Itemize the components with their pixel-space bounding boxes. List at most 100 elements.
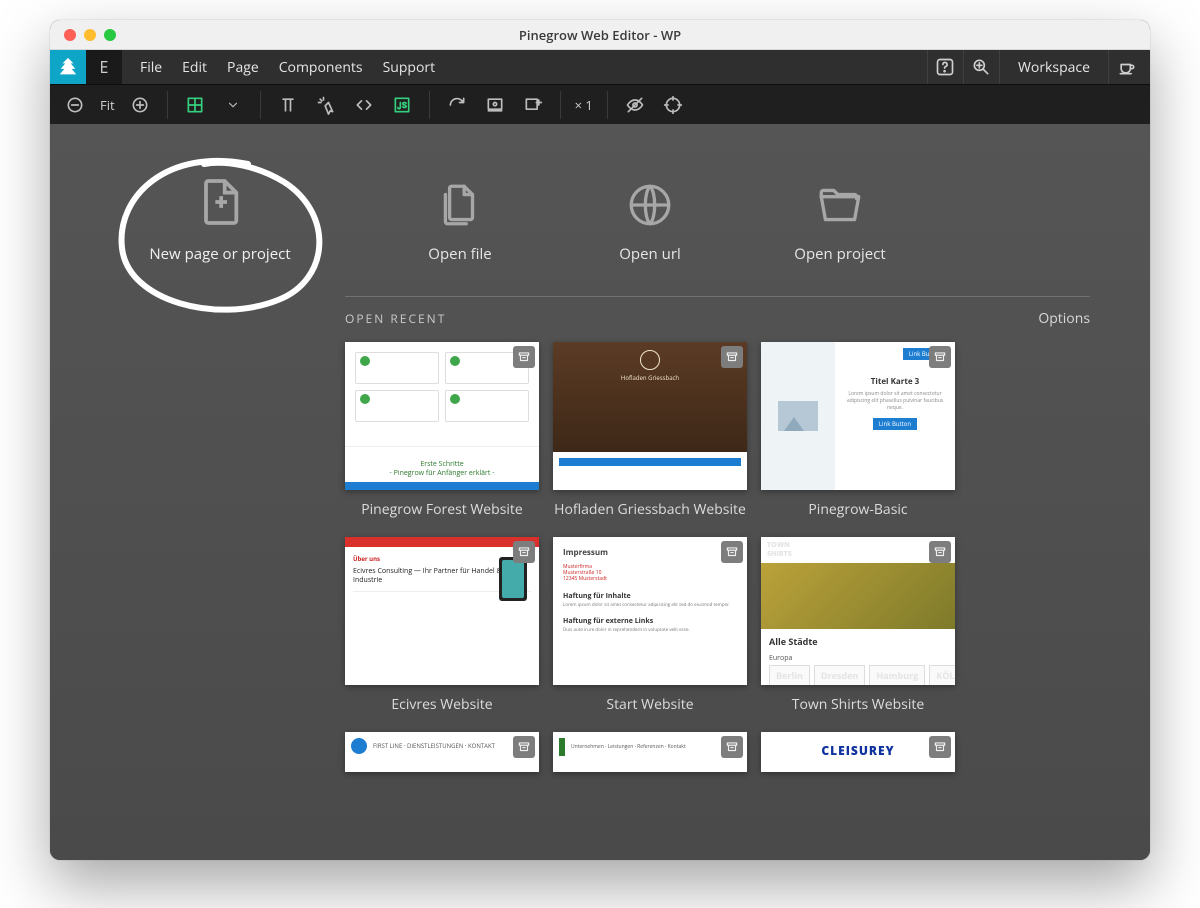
viewport-add-icon [523, 95, 543, 115]
recent-card[interactable]: FIRST LINE · DIENSTLEISTUNGEN · KONTAKT [345, 732, 539, 772]
zoom-button[interactable] [963, 50, 999, 84]
menu-file[interactable]: File [140, 58, 162, 77]
open-project-action[interactable]: Open project [780, 180, 900, 264]
project-badge-icon [929, 736, 951, 758]
thumb-text: Haftung für externe Links [563, 617, 737, 626]
menu-page[interactable]: Page [227, 58, 259, 77]
open-file-action[interactable]: Open file [400, 180, 520, 264]
zoom-in-button[interactable] [127, 92, 153, 118]
open-file-label: Open file [428, 244, 491, 264]
thumb-text: Titel Karte 3 [843, 376, 947, 387]
archive-icon [725, 350, 739, 364]
archive-icon [933, 545, 947, 559]
recent-title: OPEN RECENT [345, 310, 446, 327]
project-badge-icon [929, 541, 951, 563]
menu-components[interactable]: Components [279, 58, 363, 77]
code-tool-button[interactable] [351, 92, 377, 118]
recent-card[interactable]: Erste Schritte- Pinegrow für Anfänger er… [345, 342, 539, 519]
magnifier-plus-icon [971, 57, 991, 77]
separator [560, 91, 561, 119]
thumb-text: Berlin [769, 665, 810, 685]
menubar: E File Edit Page Components Support Work… [50, 50, 1150, 84]
grid-toggle-button[interactable] [182, 92, 208, 118]
thumb-text: Erste Schritte [420, 460, 463, 469]
text-tool-button[interactable] [275, 92, 301, 118]
recent-card-label: Ecivres Website [391, 695, 492, 714]
workspace-label: Workspace [1018, 58, 1090, 77]
plus-circle-icon [130, 95, 150, 115]
separator [429, 91, 430, 119]
brand-logo[interactable] [50, 50, 86, 84]
globe-icon [625, 180, 675, 230]
visibility-toggle-button[interactable] [622, 92, 648, 118]
workspace-button[interactable]: Workspace [999, 50, 1108, 84]
new-page-label: New page or project [149, 244, 290, 264]
project-badge-icon [513, 346, 535, 368]
project-badge-icon [721, 346, 743, 368]
separator [167, 91, 168, 119]
pinecone-icon [57, 56, 79, 78]
help-button[interactable] [927, 50, 963, 84]
crosshair-icon [663, 95, 683, 115]
editor-mode-letter: E [100, 56, 109, 78]
separator [607, 91, 608, 119]
refresh-button[interactable] [444, 92, 470, 118]
thumb-text: Dresden [814, 665, 865, 685]
click-tool-button[interactable] [313, 92, 339, 118]
fit-label[interactable]: Fit [100, 96, 115, 114]
archive-icon [725, 545, 739, 559]
recent-card[interactable]: Link ButtonTitel Karte 3Lorem ipsum dolo… [761, 342, 955, 519]
js-icon [392, 95, 412, 115]
recent-options-button[interactable]: Options [1038, 309, 1090, 328]
thumb-text: - Pinegrow für Anfänger erklärt - [390, 469, 495, 478]
project-badge-icon [513, 541, 535, 563]
multiplier-label[interactable]: × 1 [575, 96, 593, 114]
archive-icon [517, 545, 531, 559]
recent-thumbnail: Über unsEcivres Consulting — Ihr Partner… [345, 537, 539, 685]
new-page-action[interactable]: New page or project [110, 174, 330, 264]
editor-mode-button[interactable]: E [86, 50, 122, 84]
app-window: Pinegrow Web Editor - WP E File Edit Pag… [50, 20, 1150, 860]
recent-card[interactable]: TOWNSHIRTS Alle Städte Europa BerlinDres… [761, 537, 955, 714]
open-url-label: Open url [619, 244, 680, 264]
archive-icon [517, 740, 531, 754]
recent-card-label: Start Website [606, 695, 693, 714]
titlebar: Pinegrow Web Editor - WP [50, 20, 1150, 50]
preview-icon [485, 95, 505, 115]
target-button[interactable] [660, 92, 686, 118]
folder-open-icon [815, 180, 865, 230]
thumb-text: KÖLN [929, 665, 955, 685]
help-icon [935, 57, 955, 77]
recent-card[interactable]: Unternehmen · Leistungen · Referenzen · … [553, 732, 747, 772]
menu-support[interactable]: Support [383, 58, 436, 77]
grid-dropdown-button[interactable] [220, 92, 246, 118]
recent-card[interactable]: CLEISUREY [761, 732, 955, 772]
add-viewport-button[interactable] [520, 92, 546, 118]
recent-grid: Erste Schritte- Pinegrow für Anfänger er… [345, 342, 1090, 714]
thumb-text: Europa [761, 654, 955, 665]
recent-card-label: Town Shirts Website [792, 695, 924, 714]
recent-thumbnail: FIRST LINE · DIENSTLEISTUNGEN · KONTAKT [345, 732, 539, 772]
code-icon [354, 95, 374, 115]
start-screen: New page or project Open file Open url O… [50, 124, 1150, 860]
recent-thumbnail: CLEISUREY [761, 732, 955, 772]
open-url-action[interactable]: Open url [590, 180, 710, 264]
project-badge-icon [721, 736, 743, 758]
recent-thumbnail: Link ButtonTitel Karte 3Lorem ipsum dolo… [761, 342, 955, 490]
thumb-text: Impressum [563, 547, 737, 558]
zoom-out-button[interactable] [62, 92, 88, 118]
recent-grid-row-3: FIRST LINE · DIENSTLEISTUNGEN · KONTAKT … [345, 732, 1090, 772]
recent-card[interactable]: Hofladen Griessbach Hofladen Griessbach … [553, 342, 747, 519]
coffee-button[interactable] [1108, 50, 1144, 84]
coffee-icon [1117, 57, 1137, 77]
separator [260, 91, 261, 119]
recent-card[interactable]: Impressum MusterfirmaMusterstraße 101234… [553, 537, 747, 714]
preview-button[interactable] [482, 92, 508, 118]
js-toggle-button[interactable] [389, 92, 415, 118]
recent-thumbnail: TOWNSHIRTS Alle Städte Europa BerlinDres… [761, 537, 955, 685]
text-icon [278, 95, 298, 115]
recent-header: OPEN RECENT Options [345, 296, 1090, 328]
thumb-text: CLEISUREY [761, 732, 955, 759]
recent-card[interactable]: Über unsEcivres Consulting — Ihr Partner… [345, 537, 539, 714]
menu-edit[interactable]: Edit [182, 58, 207, 77]
